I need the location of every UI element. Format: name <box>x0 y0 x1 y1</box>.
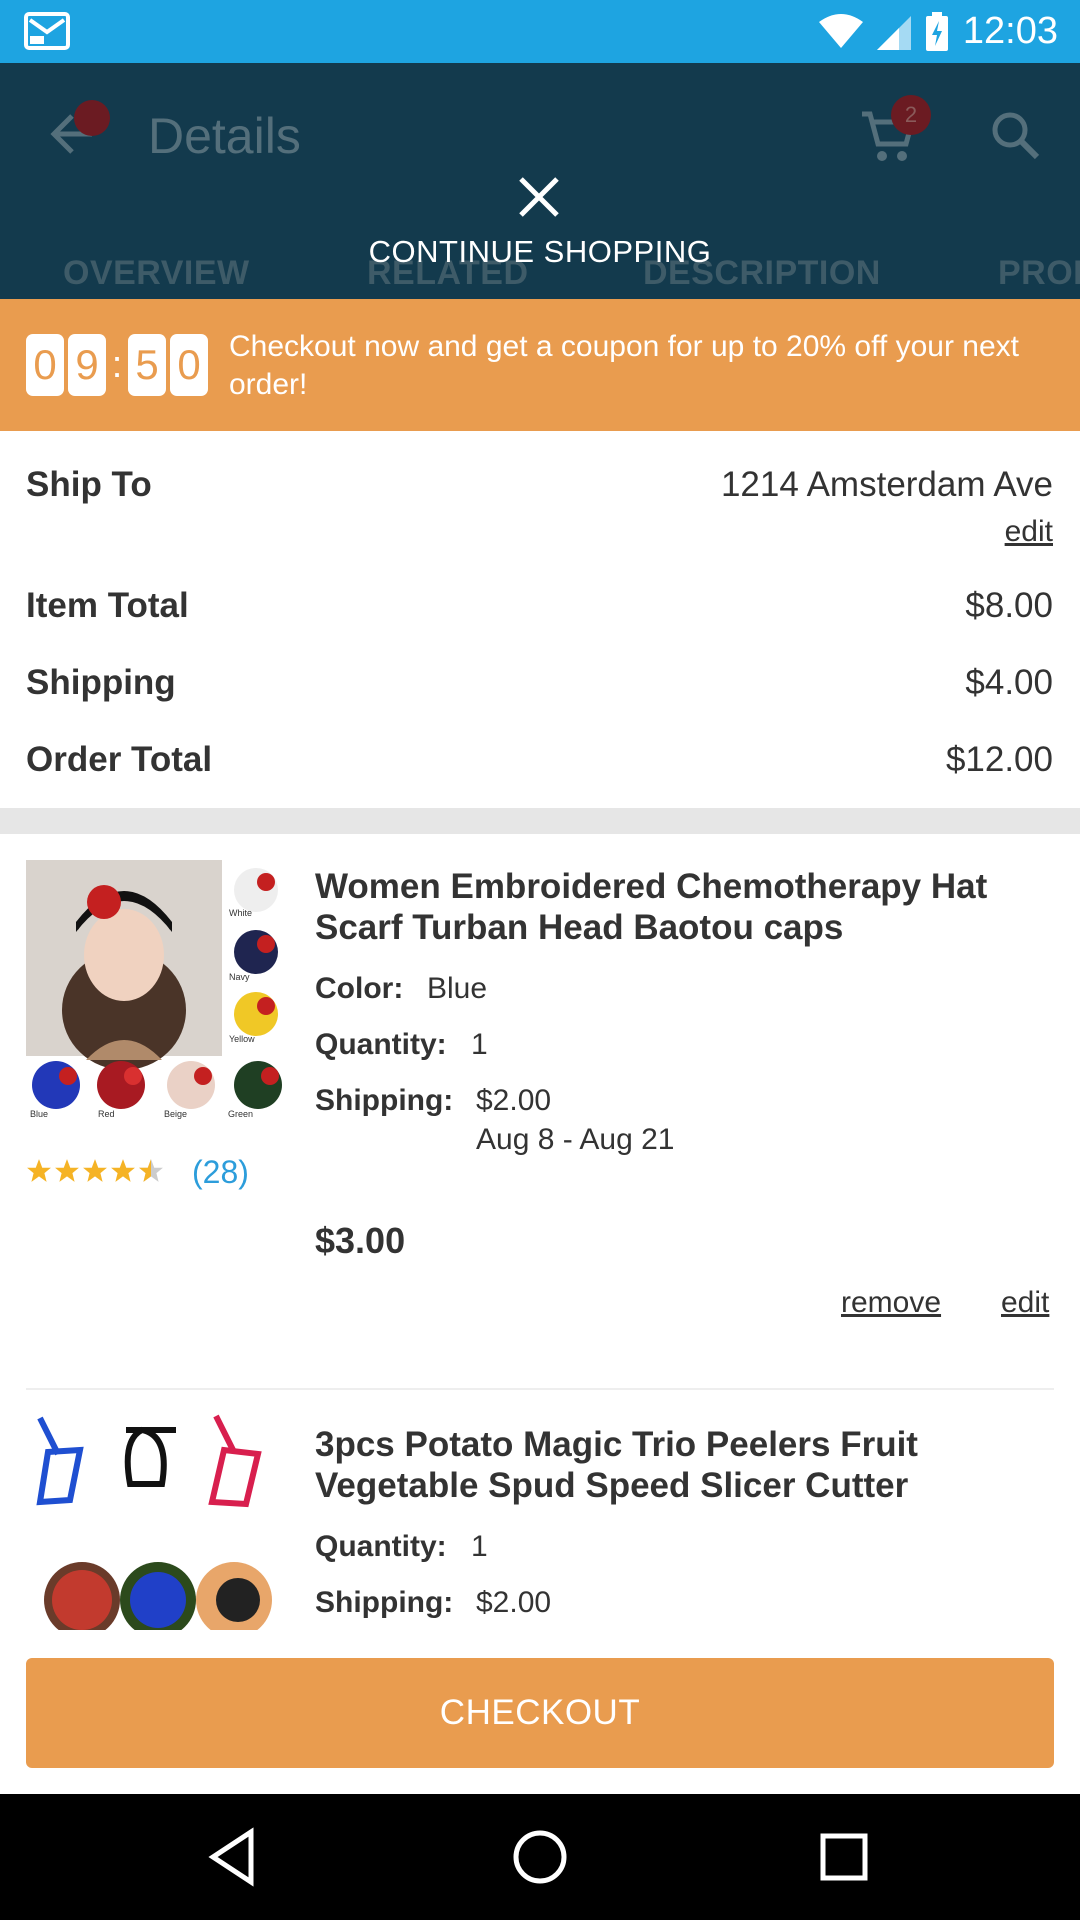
shipping-price: $2.00 <box>476 1084 552 1117</box>
edit-address-link[interactable]: edit <box>1005 515 1053 549</box>
shipping-price: $2.00 <box>476 1586 552 1619</box>
quantity-value: 1 <box>471 1530 488 1563</box>
shipping-value: $4.00 <box>965 663 1053 702</box>
close-icon[interactable] <box>515 173 563 221</box>
quantity-value: 1 <box>471 1028 488 1061</box>
item-total-label: Item Total <box>26 586 189 625</box>
quantity-label: Quantity: <box>315 1028 447 1061</box>
half-star-icon <box>139 1159 163 1182</box>
swatch-label: Blue <box>30 1109 48 1119</box>
wifi-icon <box>818 13 863 48</box>
mail-notification-icon <box>24 12 70 50</box>
page-title: Details <box>148 108 301 164</box>
signal-icon <box>876 15 911 50</box>
swatch-label: Navy <box>229 972 250 982</box>
timer-digit: 0 <box>170 334 208 396</box>
order-total-label: Order Total <box>26 740 213 779</box>
edit-item-link[interactable]: edit <box>1001 1286 1049 1320</box>
star-icon <box>111 1159 135 1182</box>
color-value: Blue <box>427 972 488 1005</box>
cart-count-badge: 2 <box>891 95 931 135</box>
timer-digit: 0 <box>26 334 64 396</box>
notification-dot <box>74 100 110 136</box>
status-bar: 12:03 <box>0 0 1080 63</box>
back-icon[interactable] <box>201 1824 267 1890</box>
timer-digit: 9 <box>68 334 106 396</box>
shipping-label: Shipping: <box>315 1586 454 1619</box>
promo-message: Checkout now and get a coupon for up to … <box>229 330 1019 401</box>
countdown-timer: 0 9 : 5 0 <box>26 334 212 396</box>
recents-icon[interactable] <box>811 1824 877 1890</box>
quantity-label: Quantity: <box>315 1530 447 1563</box>
continue-shopping-button[interactable]: CONTINUE SHOPPING <box>0 234 1080 270</box>
shipping-dates: Aug 8 - Aug 21 <box>476 1123 675 1156</box>
color-label: Color: <box>315 972 404 1005</box>
remove-item-link[interactable]: remove <box>841 1286 941 1320</box>
rating-stars <box>26 1158 164 1184</box>
star-icon <box>83 1159 107 1182</box>
product-title[interactable]: Women Embroidered Chemotherapy Hat Scarf… <box>315 866 1055 948</box>
item-total-value: $8.00 <box>965 586 1053 625</box>
ship-to-label: Ship To <box>26 465 152 504</box>
swatch-label: Green <box>228 1109 253 1119</box>
swatch-label: White <box>229 908 252 918</box>
product-image-peelers[interactable] <box>26 1410 288 1630</box>
battery-charging-icon <box>925 11 948 51</box>
home-icon[interactable] <box>507 1824 573 1890</box>
product-title[interactable]: 3pcs Potato Magic Trio Peelers Fruit Veg… <box>315 1424 1055 1506</box>
swatch-label: Beige <box>164 1109 187 1119</box>
section-divider <box>0 808 1080 834</box>
checkout-button[interactable]: CHECKOUT <box>26 1658 1054 1768</box>
product-image-turban[interactable]: White Navy Yellow Blue Red Beige Green <box>26 860 288 1122</box>
order-total-value: $12.00 <box>945 740 1053 779</box>
timer-colon: : <box>111 344 123 386</box>
star-icon <box>27 1159 51 1182</box>
swatch-label: Yellow <box>229 1034 255 1044</box>
search-icon[interactable] <box>990 110 1040 160</box>
rating-count-link[interactable]: (28) <box>192 1154 249 1191</box>
timer-digit: 5 <box>128 334 166 396</box>
navigation-bar <box>0 1794 1080 1920</box>
clock: 12:03 <box>962 10 1058 52</box>
star-icon <box>55 1159 79 1182</box>
shipping-label: Shipping: <box>315 1084 454 1117</box>
ship-to-address: 1214 Amsterdam Ave <box>720 465 1053 504</box>
item-divider <box>26 1388 1054 1390</box>
swatch-label: Red <box>98 1109 115 1119</box>
shipping-label: Shipping <box>26 663 176 702</box>
product-price: $3.00 <box>315 1220 406 1261</box>
